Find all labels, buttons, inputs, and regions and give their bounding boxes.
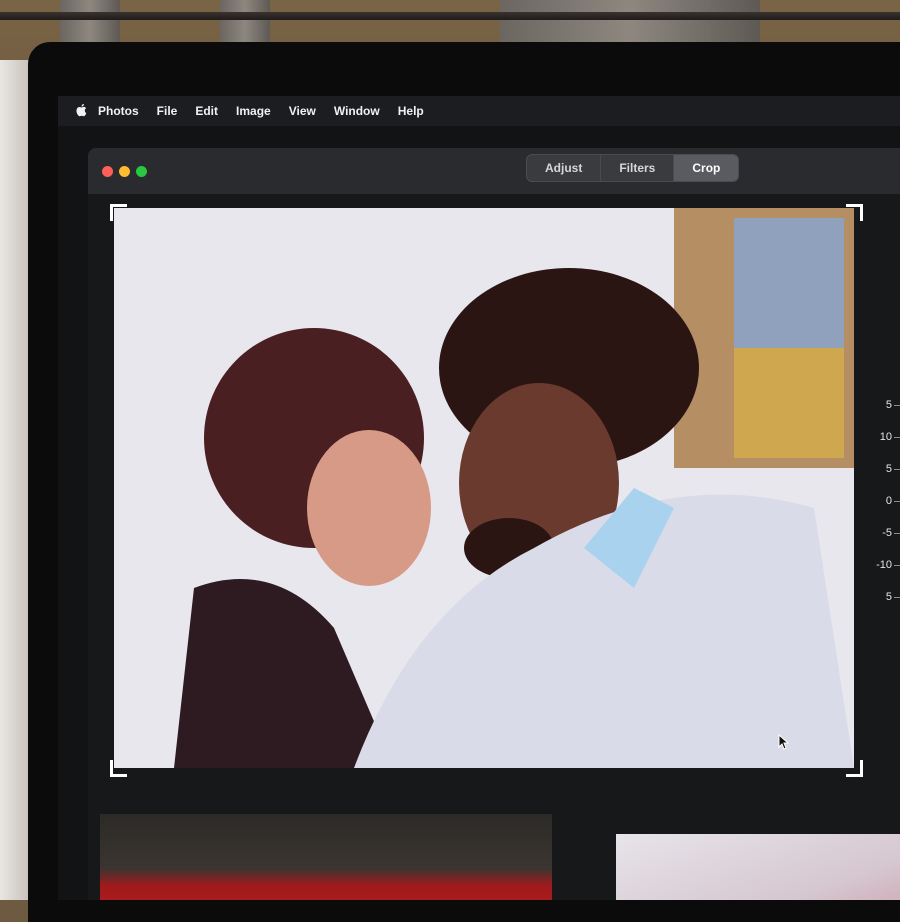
dial-label: 5 (885, 463, 892, 475)
photos-window: Adjust Filters Crop 5 10 5 0 -5 -10 5 (88, 148, 900, 900)
menu-help[interactable]: Help (398, 104, 424, 118)
screen: Photos File Edit Image View Window Help … (58, 96, 900, 900)
close-window-button[interactable] (102, 166, 113, 177)
edit-mode-segmented-control: Adjust Filters Crop (526, 154, 740, 182)
tab-filters[interactable]: Filters (601, 155, 675, 181)
apple-icon[interactable] (74, 102, 88, 118)
photo-image[interactable] (114, 208, 854, 768)
dial-tick (894, 597, 900, 598)
menu-image[interactable]: Image (236, 104, 271, 118)
dial-tick (894, 565, 900, 566)
menu-file[interactable]: File (157, 104, 178, 118)
dial-label-current: 0 (885, 495, 892, 507)
menu-window[interactable]: Window (334, 104, 380, 118)
menu-view[interactable]: View (289, 104, 316, 118)
dial-tick (894, 437, 900, 438)
dial-tick (894, 469, 900, 470)
dial-label: 5 (885, 591, 892, 603)
menu-app-photos[interactable]: Photos (98, 104, 139, 118)
dial-label: 10 (879, 431, 892, 443)
crop-handle-top-left[interactable] (110, 204, 127, 221)
dial-tick (894, 533, 900, 534)
title-bar: Adjust Filters Crop (88, 148, 900, 194)
maximize-window-button[interactable] (136, 166, 147, 177)
dial-tick (894, 405, 900, 406)
crop-handle-bottom-right[interactable] (846, 760, 863, 777)
tab-crop[interactable]: Crop (674, 155, 739, 181)
photo-thumbnail[interactable] (100, 814, 552, 900)
menu-bar: Photos File Edit Image View Window Help (58, 96, 900, 126)
minimize-window-button[interactable] (119, 166, 130, 177)
photo-content (114, 208, 854, 768)
dial-label: -10 (876, 559, 892, 571)
photo-thumbnail[interactable] (616, 834, 900, 900)
dial-label: -5 (882, 527, 892, 539)
curtain-rod (0, 12, 900, 20)
menu-edit[interactable]: Edit (195, 104, 218, 118)
crop-handle-top-right[interactable] (846, 204, 863, 221)
dial-label: 5 (885, 399, 892, 411)
photo-canvas: 5 10 5 0 -5 -10 5 (88, 194, 900, 900)
tab-adjust[interactable]: Adjust (527, 155, 602, 181)
crop-handle-bottom-left[interactable] (110, 760, 127, 777)
straighten-dial[interactable]: 5 10 5 0 -5 -10 5 (868, 399, 900, 629)
pointer-cursor-icon (778, 734, 790, 750)
